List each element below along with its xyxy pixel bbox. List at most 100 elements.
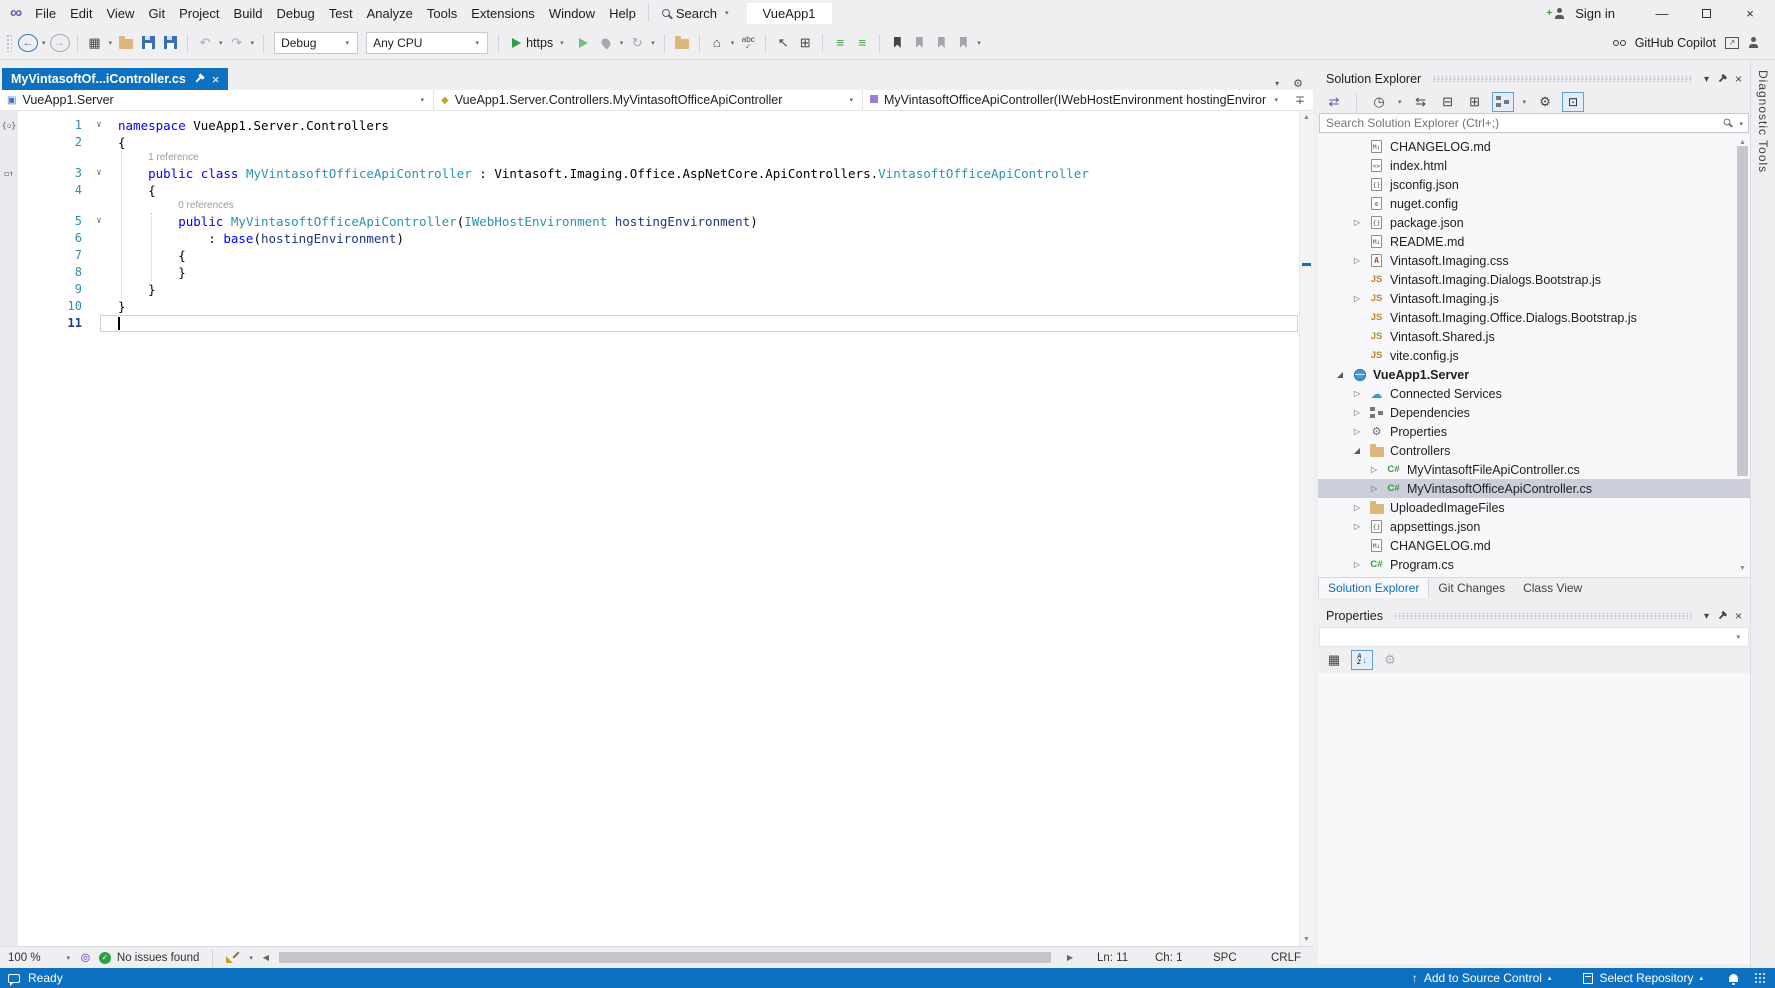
new-project-icon[interactable]: ▦ (85, 32, 105, 54)
undo-icon[interactable]: ↶ (195, 32, 215, 54)
select-repository-button[interactable]: Select Repository ▴ (1571, 971, 1715, 985)
sign-in-button[interactable]: Sign in (1575, 6, 1615, 21)
search-control[interactable]: Search ▾ (661, 6, 731, 21)
chevron-down-icon[interactable]: ▾ (249, 954, 253, 962)
se-search-icon[interactable] (1723, 118, 1731, 126)
menu-build[interactable]: Build (227, 6, 270, 21)
toolbar-drag-grip[interactable] (6, 33, 12, 52)
codelens-references[interactable]: 1 reference (0, 151, 1313, 165)
expander-collapsed-icon[interactable]: ▷ (1351, 294, 1363, 303)
panel-tab-git-changes[interactable]: Git Changes (1429, 578, 1514, 598)
toolbar-overflow-icon[interactable]: ▾ (977, 39, 981, 47)
tree-item[interactable]: <> index.html (1318, 156, 1750, 175)
menu-extensions[interactable]: Extensions (464, 6, 542, 21)
scroll-down-icon[interactable]: ▼ (1736, 565, 1749, 572)
alphabetical-sort-icon[interactable]: AZ ↓ (1351, 650, 1373, 670)
properties-header[interactable]: Properties ▾ × (1318, 605, 1750, 627)
menu-debug[interactable]: Debug (269, 6, 321, 21)
se-search-input[interactable] (1319, 113, 1749, 133)
solution-name-button[interactable]: VueApp1 (746, 2, 832, 24)
chevron-down-icon[interactable]: ▾ (651, 39, 655, 47)
solution-explorer-header[interactable]: Solution Explorer ▾ × (1318, 68, 1750, 90)
scroll-left-icon[interactable]: ◀ (263, 953, 269, 962)
scroll-up-icon[interactable]: ▲ (1300, 114, 1313, 121)
tree-scrollbar[interactable]: ▲ ▼ (1736, 136, 1749, 575)
close-button[interactable]: × (1733, 6, 1767, 21)
tree-item[interactable]: ▷ ☁ Connected Services (1318, 384, 1750, 403)
increase-indent-icon[interactable]: ≡ (852, 32, 872, 54)
start-without-debugging-icon[interactable] (574, 32, 594, 54)
breadcrumb-type-dropdown[interactable]: ◆ VueApp1.Server.Controllers.MyVintasoft… (434, 90, 863, 110)
menu-edit[interactable]: Edit (63, 6, 99, 21)
split-editor-icon[interactable]: ∓ (1287, 93, 1313, 107)
document-tab[interactable]: MyVintasoftOf...iController.cs × (2, 68, 229, 90)
code-line-3[interactable]: ◻↑ 3 ∨ public class MyVintasoftOfficeApiCo… (0, 165, 1313, 182)
open-file-icon[interactable] (116, 32, 136, 54)
tree-item[interactable]: ▷ A Vintasoft.Imaging.css (1318, 251, 1750, 270)
se-pending-filter-icon[interactable]: ◷ (1369, 91, 1389, 113)
window-position-chevron-icon[interactable]: ▾ (1704, 611, 1709, 622)
fold-chevron-icon[interactable]: ∨ (86, 213, 112, 230)
maximize-button[interactable] (1689, 6, 1723, 21)
menu-view[interactable]: View (99, 6, 141, 21)
code-line-11[interactable]: 11 (0, 315, 1313, 332)
se-nested-view-toggle[interactable] (1491, 91, 1514, 112)
codelens-references[interactable]: 0 references (0, 199, 1313, 213)
tree-item[interactable]: {} jsconfig.json (1318, 175, 1750, 194)
auto-hide-pin-icon[interactable] (1716, 73, 1729, 86)
tree-item[interactable]: M↓ README.md (1318, 232, 1750, 251)
expander-collapsed-icon[interactable]: ▷ (1351, 408, 1363, 417)
menu-git[interactable]: Git (141, 6, 172, 21)
add-to-source-control-button[interactable]: ↑ Add to Source Control ▴ (1400, 971, 1564, 985)
tree-item[interactable]: ⚙ nuget.config (1318, 194, 1750, 213)
save-icon[interactable] (138, 32, 158, 54)
horizontal-scrollbar[interactable] (279, 952, 1057, 963)
se-sync-with-active-document-icon[interactable]: ⇆ (1411, 91, 1431, 113)
tree-item[interactable]: JS Vintasoft.Imaging.Office.Dialogs.Boots… (1318, 308, 1750, 327)
expander-expanded-icon[interactable]: ◢ (1334, 370, 1346, 379)
spell-check-icon[interactable]: abc ✓ (738, 32, 758, 54)
editor-vertical-scrollbar[interactable]: ▲ ▼ (1299, 111, 1313, 946)
save-all-icon[interactable] (160, 32, 180, 54)
code-line-1[interactable]: {▫} 1 ∨ namespace VueApp1.Server.Controller… (0, 117, 1313, 134)
line-indicator[interactable]: Ln: 11 (1097, 952, 1131, 964)
redo-icon[interactable]: ↷ (227, 32, 247, 54)
expander-collapsed-icon[interactable]: ▷ (1351, 256, 1363, 265)
expander-collapsed-icon[interactable]: ▷ (1351, 522, 1363, 531)
column-indicator[interactable]: Ch: 1 (1155, 952, 1189, 964)
chevron-down-icon[interactable]: ▾ (42, 39, 46, 47)
panel-close-icon[interactable]: × (1735, 609, 1742, 623)
chevron-down-icon[interactable]: ▾ (1523, 98, 1527, 106)
resize-grip[interactable] (1754, 971, 1767, 985)
scroll-up-icon[interactable]: ▲ (1736, 139, 1749, 146)
editor-extension-icon[interactable]: ⊚ (80, 950, 91, 966)
start-debugging-button[interactable]: https ▾ (506, 36, 572, 50)
previous-bookmark-icon[interactable] (909, 32, 929, 54)
code-cleanup-broom-icon[interactable] (226, 950, 239, 966)
property-pages-wrench-icon[interactable]: ⚙ (1380, 649, 1400, 671)
code-line-7[interactable]: 7 { (0, 247, 1313, 264)
breadcrumb-member-dropdown[interactable]: MyVintasoftOfficeApiController(IWebHostE… (863, 90, 1287, 110)
breadcrumb-project-dropdown[interactable]: ▣ VueApp1.Server ▾ (0, 90, 434, 110)
code-line-4[interactable]: 4 { (0, 182, 1313, 199)
menu-tools[interactable]: Tools (420, 6, 464, 21)
code-line-8[interactable]: 8 } (0, 264, 1313, 281)
se-properties-wrench-icon[interactable]: ⚙ (1535, 91, 1555, 113)
chevron-down-icon[interactable]: ▾ (1398, 98, 1402, 106)
clear-bookmarks-icon[interactable] (953, 32, 973, 54)
panel-tab-solution-explorer[interactable]: Solution Explorer (1318, 578, 1430, 598)
panel-close-icon[interactable]: × (1735, 72, 1742, 86)
tree-item[interactable]: ▷ {} appsettings.json (1318, 517, 1750, 536)
toggle-bookmark-icon[interactable] (887, 32, 907, 54)
expander-collapsed-icon[interactable]: ▷ (1351, 389, 1363, 398)
scrollbar-thumb[interactable] (1737, 146, 1748, 476)
se-collapse-all-icon[interactable]: ⊟ (1438, 91, 1458, 113)
cursor-tool-icon[interactable]: ↖ (773, 32, 793, 54)
menu-project[interactable]: Project (172, 6, 226, 21)
se-show-all-files-icon[interactable]: ⊞ (1465, 91, 1485, 113)
tree-item[interactable]: ▷ C# MyVintasoftFileApiController.cs (1318, 460, 1750, 479)
expander-collapsed-icon[interactable]: ▷ (1368, 484, 1380, 493)
scrollbar-thumb[interactable] (279, 952, 1051, 963)
expander-collapsed-icon[interactable]: ▷ (1351, 503, 1363, 512)
navigate-back-icon[interactable]: ← (18, 33, 38, 52)
